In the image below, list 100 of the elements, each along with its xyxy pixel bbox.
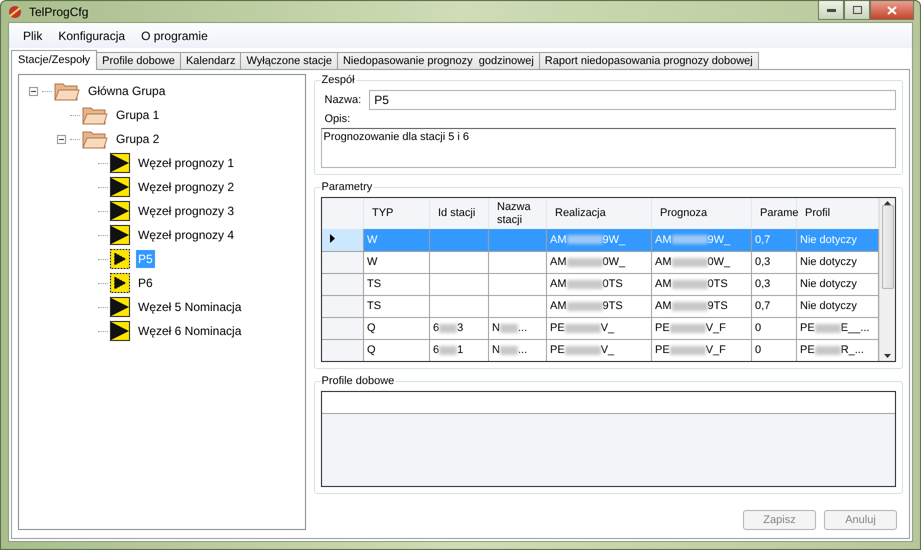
table-cell: PE [655, 344, 670, 356]
table-cell: E__... [840, 322, 870, 334]
minus-icon [59, 138, 64, 140]
table-cell: Q [367, 322, 376, 334]
table-cell: V_F [706, 322, 726, 334]
tab[interactable]: Raport niedopasowania prognozy dobowej [538, 52, 759, 70]
play-arrow-icon [110, 201, 130, 221]
redacted-text [564, 346, 601, 355]
redacted-text [814, 346, 841, 355]
maximize-button[interactable] [844, 1, 870, 20]
tree-item[interactable]: Węzeł prognozy 4 [136, 226, 236, 244]
table-cell: AM [550, 278, 566, 290]
table-cell: W [367, 256, 378, 268]
column-header[interactable]: Profil [796, 198, 878, 229]
tree-item[interactable]: Węzeł 6 Nominacja [136, 322, 244, 340]
maximize-icon [852, 6, 862, 14]
column-header[interactable]: Realizacja [546, 198, 652, 229]
column-header[interactable]: Nazwa stacji [488, 198, 546, 229]
tree-item[interactable]: Węzeł prognozy 2 [136, 178, 236, 196]
scrollbar[interactable] [879, 198, 895, 361]
redacted-text [500, 346, 518, 355]
redacted-text [566, 258, 602, 267]
table-cell: Nie dotyczy [800, 256, 857, 268]
table-cell: 0,3 [755, 278, 770, 290]
table-cell: PE [800, 344, 815, 356]
redacted-text [566, 280, 602, 289]
folder-icon [54, 81, 80, 101]
table-cell: PE [800, 322, 815, 334]
table-cell: TS [367, 278, 382, 290]
menu-item[interactable]: Plik [17, 26, 48, 44]
redacted-text [500, 324, 518, 333]
tree-item[interactable]: Węzeł prognozy 1 [136, 154, 236, 172]
redacted-text [566, 302, 602, 311]
column-header[interactable]: Id stacji [430, 198, 488, 229]
close-button[interactable] [870, 1, 914, 20]
table-cell: 9W_ [708, 234, 730, 246]
table-cell: PE [550, 322, 565, 334]
table-cell: 9W_ [602, 234, 626, 246]
play-arrow-icon [110, 321, 130, 341]
group-title: Zespół [320, 74, 356, 86]
field-label: Opis: [324, 113, 352, 125]
tree-item[interactable]: Grupa 1 [114, 106, 162, 124]
table-cell: 0 [755, 322, 762, 334]
redacted-text [564, 324, 601, 333]
menu-item[interactable]: O programie [135, 26, 214, 44]
tab[interactable]: Profile dobowe [96, 52, 181, 70]
column-header[interactable]: TYP [364, 198, 430, 229]
group-title: Parametry [320, 181, 374, 193]
scroll-down-icon [884, 354, 891, 358]
close-icon [887, 6, 897, 14]
redacted-text [672, 258, 708, 267]
redacted-text [672, 302, 708, 311]
tab[interactable]: Kalendarz [180, 52, 242, 70]
table-cell: 0,3 [755, 256, 770, 268]
window-title: TelProgCfg [29, 4, 88, 18]
table-cell: V_ [600, 344, 614, 356]
table-cell: 6 [433, 322, 440, 334]
table-cell: N [492, 322, 500, 334]
collapse-toggle[interactable] [29, 86, 38, 96]
table-cell: 0,7 [755, 234, 770, 246]
minimize-button[interactable] [818, 1, 844, 20]
table-cell: ... [518, 344, 528, 356]
tree-item[interactable]: Grupa 2 [114, 130, 162, 148]
collapse-toggle[interactable] [57, 134, 66, 144]
redacted-text [672, 280, 708, 289]
tab[interactable]: Stacje/Zespoły [11, 50, 98, 70]
tree-item[interactable]: Główna Grupa [86, 82, 168, 100]
table-cell: V_F [706, 344, 726, 356]
table-cell: PE [655, 322, 670, 334]
column-header[interactable]: Parame [752, 198, 796, 229]
tab[interactable]: Wyłączone stacje [240, 52, 338, 70]
redacted-text [439, 346, 458, 355]
group-title: Profile dobowe [320, 375, 396, 387]
table-cell: 3 [457, 322, 464, 334]
column-header[interactable]: Prognoza [652, 198, 752, 229]
description-field[interactable]: Prognozowanie dla stacji 5 i 6 [320, 128, 896, 168]
table-cell: 0TS [708, 278, 728, 290]
menu-item[interactable]: Konfiguracja [52, 26, 132, 44]
table-cell: AM [550, 256, 566, 268]
table-cell: 6 [433, 344, 440, 356]
table-cell: 9TS [602, 300, 623, 312]
table-cell: Nie dotyczy [800, 278, 857, 290]
table-cell: R_... [840, 344, 864, 356]
play-arrow-icon [110, 297, 130, 317]
table-cell: AM [550, 300, 566, 312]
play-arrow-icon [110, 153, 130, 173]
name-field[interactable]: P5 [369, 90, 896, 110]
folder-icon [82, 105, 108, 125]
field-label: Nazwa: [324, 94, 362, 106]
table-cell: 1 [457, 344, 464, 356]
tree-item[interactable]: P6 [136, 274, 155, 292]
tree-item[interactable]: Węzeł prognozy 3 [136, 202, 236, 220]
table-cell: TS [367, 300, 382, 312]
table-cell: AM [655, 256, 672, 268]
tab[interactable]: Niedopasowanie prognozy godzinowej [336, 52, 540, 70]
table-cell: V_ [600, 322, 614, 334]
minus-icon [31, 90, 36, 92]
table-cell: W [367, 234, 378, 246]
tree-item[interactable]: Węzeł 5 Nominacja [136, 298, 244, 316]
table-cell: AM [655, 234, 672, 246]
